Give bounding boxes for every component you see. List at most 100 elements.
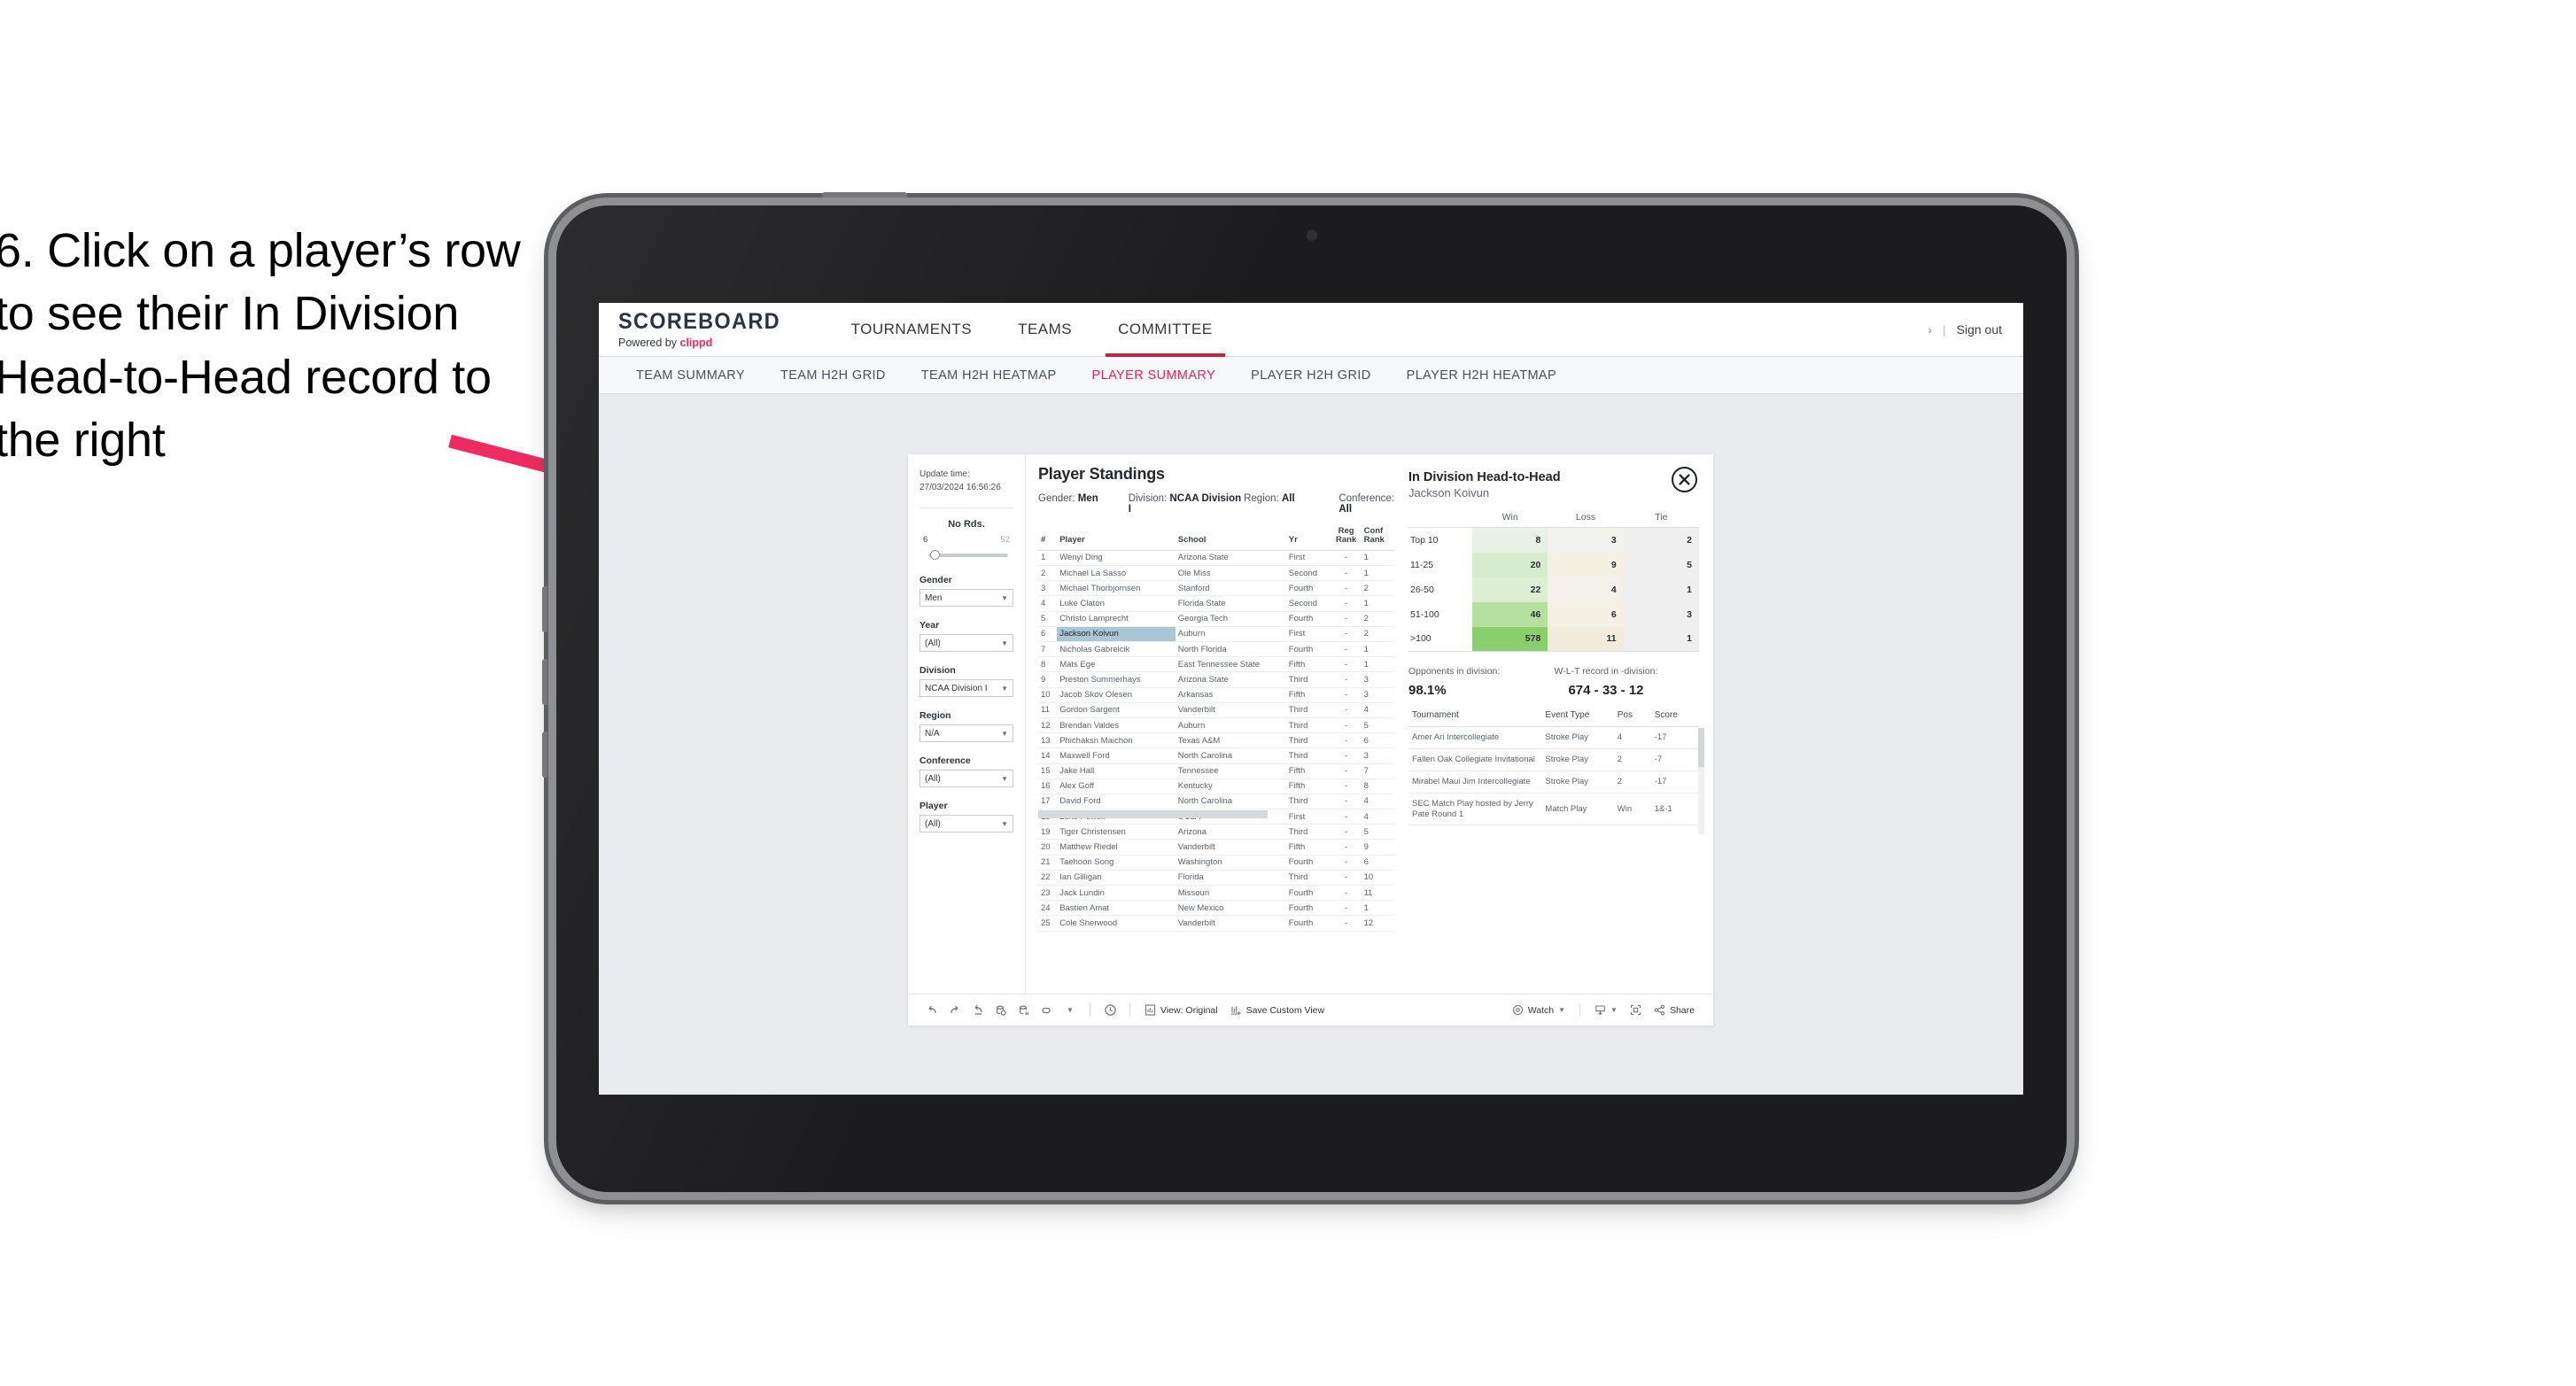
redo-icon[interactable]	[943, 999, 966, 1022]
heatmap-cell-loss[interactable]: 11	[1548, 626, 1624, 652]
col-event-type[interactable]: Event Type	[1541, 710, 1614, 727]
filter-division-select[interactable]: NCAA Division I ▼	[919, 679, 1013, 697]
col-yr[interactable]: Yr	[1285, 525, 1331, 551]
col-rank[interactable]: #	[1038, 525, 1058, 551]
table-row[interactable]: 4Luke ClatonFlorida StateSecond-1272	[1038, 595, 1446, 612]
tab-team-h2h-grid[interactable]: TEAM H2H GRID	[763, 368, 904, 383]
undo-icon[interactable]	[920, 999, 943, 1022]
no-rounds-slider[interactable]	[928, 549, 1008, 561]
tab-player-h2h-grid[interactable]: PLAYER H2H GRID	[1233, 368, 1388, 383]
cell-player: Jake Hall	[1057, 763, 1175, 779]
filter-region-select[interactable]: N/A ▼	[919, 724, 1013, 742]
table-row[interactable]: 22Ian GilliganFloridaThird-10241	[1038, 870, 1446, 887]
nav-item-committee[interactable]: COMMITTEE	[1095, 303, 1236, 357]
col-player[interactable]: Player	[1057, 525, 1175, 551]
sign-out-link[interactable]: Sign out	[1957, 322, 2002, 337]
heatmap-cell-win[interactable]: 8	[1472, 527, 1548, 553]
tab-player-summary[interactable]: PLAYER SUMMARY	[1075, 368, 1234, 383]
table-row[interactable]: 2Michael La SassoOle MissSecond-1180	[1038, 565, 1446, 582]
heatmap-cell-win[interactable]: 46	[1472, 601, 1548, 627]
tournament-scrollbar-thumb[interactable]	[1698, 728, 1704, 767]
table-row[interactable]: 14Maxwell FordNorth CarolinaThird-3230	[1038, 747, 1446, 764]
heatmap-cell-loss[interactable]: 9	[1548, 552, 1624, 577]
list-item[interactable]: Amer Ari Intercollegiate Stroke Play 4 -17	[1408, 726, 1699, 749]
list-item[interactable]: Fallen Oak Collegiate Invitational Stroke…	[1408, 748, 1699, 771]
filter-player-select[interactable]: (All) ▼	[919, 815, 1013, 832]
list-item[interactable]: Mirabel Maui Jim Intercollegiate Stroke P…	[1408, 770, 1699, 794]
table-row[interactable]: 1Wenyi DingArizona StateFirst-1151	[1038, 550, 1446, 567]
col-school[interactable]: School	[1175, 525, 1286, 551]
table-row[interactable]: 21Taehoon SongWashingtonFourth-6231	[1038, 855, 1446, 871]
table-row[interactable]: 13Phichaksn MaichonTexas A&MThird-6301	[1038, 732, 1446, 749]
filter-year-select[interactable]: (All) ▼	[919, 634, 1013, 652]
heatmap-cell-tie[interactable]: 2	[1623, 527, 1699, 553]
table-row[interactable]: 10Jacob Skov OlesenArkansasFifth-3230	[1038, 687, 1446, 703]
side-button[interactable]	[542, 732, 547, 778]
device-layout-button[interactable]	[1624, 1004, 1648, 1016]
filter-gender-select[interactable]: Men ▼	[919, 589, 1013, 607]
alerts-icon[interactable]	[1036, 999, 1059, 1022]
nav-item-teams[interactable]: TEAMS	[995, 303, 1095, 357]
watch-button[interactable]: Watch ▼	[1506, 1004, 1571, 1016]
volume-down-button[interactable]	[542, 659, 547, 705]
tablet-device-frame: SCOREBOARD Powered by clippd TOURNAMENTS…	[542, 192, 2067, 1192]
heatmap-thead: Win Loss Tie	[1408, 512, 1699, 528]
filter-conference-select[interactable]: (All) ▼	[919, 770, 1013, 787]
pause-updates-icon[interactable]	[1013, 999, 1036, 1022]
nav-item-tournaments[interactable]: TOURNAMENTS	[828, 303, 995, 357]
cell-reg-rank: -	[1331, 595, 1362, 612]
tab-team-summary[interactable]: TEAM SUMMARY	[618, 368, 763, 383]
heatmap-cell-win[interactable]: 22	[1472, 577, 1548, 602]
tab-team-h2h-heatmap[interactable]: TEAM H2H HEATMAP	[904, 368, 1075, 383]
heatmap-cell-tie[interactable]: 5	[1623, 552, 1699, 577]
table-row[interactable]: 25Cole SherwoodVanderbiltFourth-12231	[1038, 915, 1446, 932]
table-row[interactable]: 11Gordon SargentVanderbiltThird-4210	[1038, 702, 1446, 718]
chevron-down-icon[interactable]: ▼	[1059, 999, 1082, 1022]
table-row[interactable]: 15Jake HallTennesseeFifth-7180	[1038, 763, 1446, 779]
table-row[interactable]: 12Brendan ValdesAuburnThird-5270	[1038, 717, 1446, 734]
view-original-button[interactable]: View: Original	[1138, 1004, 1224, 1016]
horizontal-scrollbar[interactable]	[1038, 810, 1268, 818]
table-row[interactable]: 3Michael ThorbjornsenStanfordFourth-291	[1038, 580, 1446, 597]
chevron-right-icon[interactable]: ›	[1928, 323, 1932, 337]
list-item[interactable]: SEC Match Play hosted by Jerry Pate Roun…	[1408, 793, 1699, 826]
power-button[interactable]	[822, 192, 907, 197]
table-row[interactable]: 17David FordNorth CarolinaThird-4211	[1038, 794, 1446, 810]
heatmap-cell-loss[interactable]: 6	[1548, 601, 1624, 627]
history-icon[interactable]	[1098, 999, 1121, 1022]
save-custom-view-button[interactable]: Save Custom View	[1224, 1004, 1331, 1016]
table-row[interactable]: 8Mats EgeEast Tennessee StateFifth-1242	[1038, 656, 1446, 673]
table-row[interactable]: 20Matthew RiedelVanderbiltFifth-9230	[1038, 839, 1446, 856]
cell-event-type: Stroke Play	[1541, 770, 1614, 794]
table-row[interactable]: 9Preston SummerhaysArizona StateThird-32…	[1038, 671, 1446, 688]
table-row[interactable]: 19Tiger ChristensenArizonaThird-5232	[1038, 824, 1446, 840]
heatmap-cell-win[interactable]: 578	[1472, 626, 1548, 652]
refresh-data-icon[interactable]	[989, 999, 1013, 1022]
cell-school: East Tennessee State	[1175, 656, 1286, 673]
heatmap-cell-loss[interactable]: 3	[1548, 527, 1624, 553]
heatmap-cell-tie[interactable]: 3	[1623, 601, 1699, 627]
tournament-scrollbar[interactable]	[1698, 728, 1704, 834]
share-button[interactable]: Share	[1648, 1004, 1701, 1016]
table-row[interactable]: 5Christo LamprechtGeorgia TechFourth-221…	[1038, 611, 1446, 627]
heatmap-cell-loss[interactable]: 4	[1548, 577, 1624, 602]
table-row[interactable]: 7 Nicholas Gabrelcik North Florida Fourth -1…	[1038, 641, 1446, 658]
table-row[interactable]: 16Alex GoffKentuckyFifth-8190	[1038, 778, 1446, 794]
download-button[interactable]: ▼	[1588, 1004, 1624, 1016]
revert-icon[interactable]	[966, 999, 989, 1022]
close-icon[interactable]	[1672, 467, 1697, 492]
tab-player-h2h-heatmap[interactable]: PLAYER H2H HEATMAP	[1389, 368, 1574, 383]
table-row[interactable]: 23Jack LundinMissouriFourth-11240	[1038, 885, 1446, 902]
table-row[interactable]: 6Jackson KoivunAuburnFirst-2271	[1038, 626, 1446, 643]
table-row[interactable]: 24Bastien AmatNew MexicoFourth-1272	[1038, 900, 1446, 917]
col-pos[interactable]: Pos	[1613, 710, 1651, 727]
heatmap-cell-tie[interactable]: 1	[1623, 577, 1699, 602]
col-score[interactable]: Score	[1650, 710, 1699, 727]
col-reg-rank[interactable]: Reg Rank	[1331, 525, 1362, 551]
heatmap-cell-tie[interactable]: 1	[1623, 626, 1699, 652]
heatmap-cell-win[interactable]: 20	[1472, 552, 1548, 577]
col-conf-rank[interactable]: Conf Rank	[1361, 525, 1392, 551]
volume-up-button[interactable]	[542, 586, 547, 632]
col-tournament[interactable]: Tournament	[1408, 710, 1542, 727]
slider-knob[interactable]	[930, 550, 940, 560]
